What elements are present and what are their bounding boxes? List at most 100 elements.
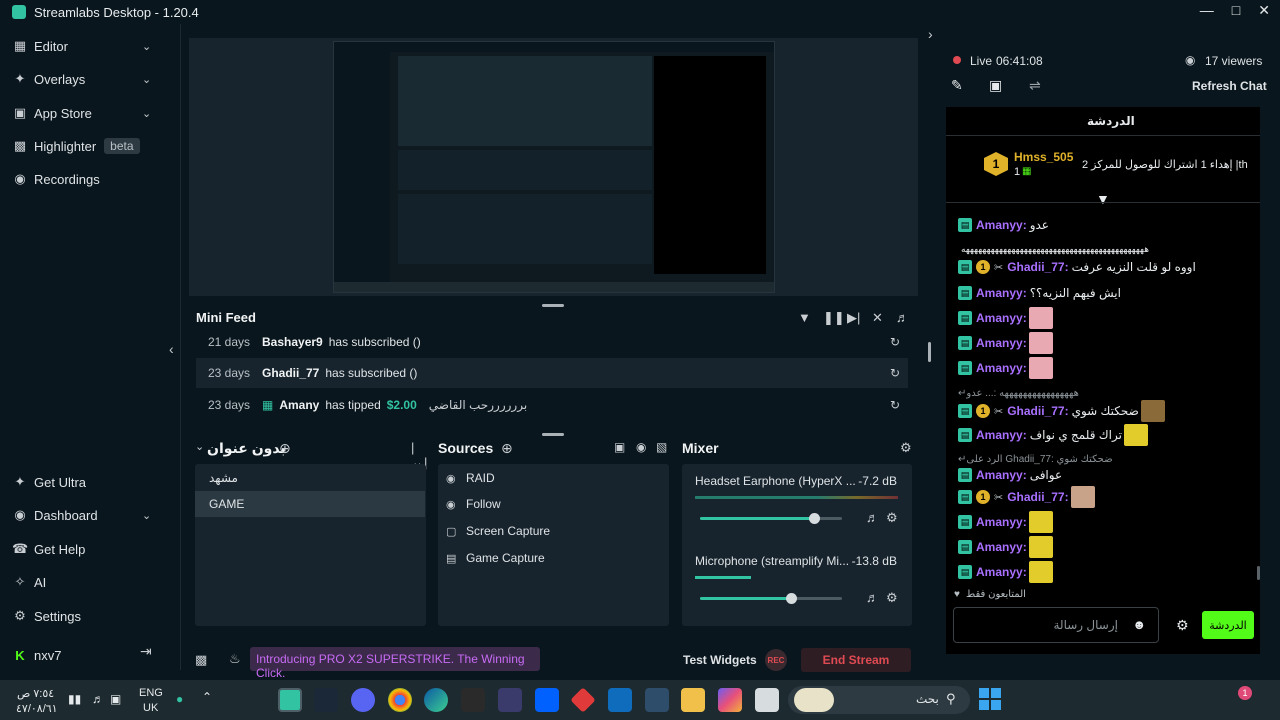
camera-icon[interactable]: ▣: [989, 77, 1002, 94]
source-group-icon[interactable]: ▣: [614, 440, 625, 454]
volume-slider[interactable]: [700, 513, 842, 524]
nav-ai[interactable]: ✧ AI: [12, 570, 47, 594]
nav-get-ultra[interactable]: ✦ Get Ultra: [12, 470, 86, 494]
chat-username[interactable]: Ghadii_77:: [1007, 404, 1068, 418]
epic-games-icon[interactable]: [461, 688, 485, 712]
file-explorer-icon[interactable]: [681, 688, 705, 712]
add-source-icon[interactable]: ⊕: [501, 440, 513, 457]
speaker-icon[interactable]: ♬: [866, 510, 879, 525]
chat-username[interactable]: Ghadii_77:: [1007, 260, 1068, 274]
promo-banner[interactable]: Introducing PRO X2 SUPERSTRIKE. The Winn…: [250, 647, 540, 680]
emoji-icon[interactable]: ☻: [1132, 617, 1146, 632]
gear-icon[interactable]: ⚙: [900, 440, 912, 456]
copilot-icon[interactable]: [718, 688, 742, 712]
volume-slider[interactable]: [700, 593, 842, 604]
chat-username[interactable]: Amanyy:: [976, 286, 1027, 300]
chat-scrollbar[interactable]: [1257, 566, 1260, 580]
repeat-alert-icon[interactable]: ↻: [890, 398, 900, 412]
scene-item-selected[interactable]: GAME: [195, 491, 425, 517]
nav-overlays[interactable]: ✦ Overlays ⌄: [12, 67, 152, 91]
minimize-icon[interactable]: —: [1200, 2, 1214, 19]
nav-highlighter[interactable]: ▩ Highlighter beta: [12, 134, 140, 158]
chrome-icon[interactable]: [388, 688, 412, 712]
chat-username[interactable]: Ghadii_77:: [1007, 490, 1068, 504]
volume-knob[interactable]: [808, 513, 820, 524]
source-item[interactable]: ▢ Screen Capture: [446, 518, 550, 544]
chat-username[interactable]: Amanyy:: [976, 336, 1027, 350]
gear-icon[interactable]: ⚙: [1176, 617, 1189, 634]
volume-knob[interactable]: [785, 593, 797, 604]
chat-username[interactable]: Amanyy:: [976, 311, 1027, 325]
share-icon[interactable]: ⇌: [1029, 77, 1041, 94]
nav-dashboard[interactable]: ◉ Dashboard ⌄: [12, 503, 151, 527]
skip-icon[interactable]: ▶|: [847, 310, 860, 326]
gear-icon[interactable]: ⚙: [886, 510, 898, 526]
repeat-alert-icon[interactable]: ↻: [890, 366, 900, 380]
chevron-down-icon[interactable]: ⌄: [195, 440, 204, 453]
nav-app-store[interactable]: ▣ App Store ⌄: [12, 101, 151, 125]
resize-handle[interactable]: [542, 304, 564, 307]
scene-collection-title[interactable]: بدون عنوان: [207, 440, 286, 457]
task-view-icon[interactable]: [755, 688, 779, 712]
chat-username[interactable]: Amanyy:: [976, 468, 1027, 482]
end-stream-button[interactable]: End Stream: [801, 648, 911, 672]
collapse-chat-icon[interactable]: ›: [928, 26, 933, 42]
network-icon[interactable]: ▣: [110, 692, 121, 706]
nav-editor[interactable]: ▦ Editor ⌄: [12, 34, 151, 58]
outlook-icon[interactable]: [608, 688, 632, 712]
add-scene-icon[interactable]: ⊕: [279, 440, 291, 457]
source-visibility-icon[interactable]: ◉: [636, 440, 646, 454]
battery-icon[interactable]: ▮▮: [68, 692, 81, 706]
chat-username[interactable]: Amanyy:: [976, 565, 1027, 579]
resize-handle[interactable]: [542, 433, 564, 436]
chat-username[interactable]: Amanyy:: [976, 515, 1027, 529]
collapse-left-icon[interactable]: ‹: [169, 341, 174, 357]
clock-time[interactable]: ٧:٥٤ ص: [17, 687, 54, 700]
notification-bell-icon[interactable]: ♨: [229, 651, 241, 667]
edge-icon[interactable]: [424, 688, 448, 712]
folder-icon[interactable]: ▧: [656, 440, 667, 454]
source-item[interactable]: ◉ Follow: [446, 491, 501, 517]
chat-send-button[interactable]: الدردشة: [1202, 611, 1254, 639]
stats-icon[interactable]: ▩: [195, 652, 207, 668]
volume-icon[interactable]: ♬: [896, 310, 909, 325]
microphone-tray-icon[interactable]: ●: [176, 692, 183, 706]
stream-preview[interactable]: [189, 38, 918, 296]
pause-icon[interactable]: ❚❚: [823, 310, 845, 326]
logout-icon[interactable]: ⇥: [140, 643, 152, 660]
scene-item[interactable]: مشهد: [195, 465, 425, 491]
nav-account[interactable]: K nxv7: [12, 643, 61, 667]
collapse-pinned-icon[interactable]: ▼: [1096, 191, 1110, 207]
chat-username[interactable]: Amanyy:: [976, 540, 1027, 554]
refresh-chat-button[interactable]: Refresh Chat: [1192, 79, 1267, 93]
taskbar-search[interactable]: بحث ⚲: [788, 686, 970, 714]
app-icon[interactable]: [570, 687, 596, 713]
app-icon[interactable]: [498, 688, 522, 712]
source-item[interactable]: ▤ Game Capture: [446, 545, 545, 571]
streamlabs-taskbar-icon[interactable]: [278, 688, 302, 712]
steam-icon[interactable]: [314, 688, 338, 712]
language-region[interactable]: UK: [143, 702, 158, 714]
nav-recordings[interactable]: ◉ Recordings: [12, 167, 99, 191]
gear-icon[interactable]: ⚙: [886, 590, 898, 606]
speaker-icon[interactable]: ♬: [866, 590, 879, 605]
source-item[interactable]: ◉ RAID: [446, 465, 495, 491]
discord-icon[interactable]: [351, 688, 375, 712]
chevron-up-icon[interactable]: ⌃: [202, 690, 212, 704]
windows-start-icon[interactable]: [979, 688, 1001, 710]
edit-stream-icon[interactable]: ✎: [951, 77, 963, 94]
filter-icon[interactable]: ▼: [798, 310, 811, 325]
store-icon[interactable]: [645, 688, 669, 712]
nav-settings[interactable]: ⚙ Settings: [12, 604, 81, 628]
rec-button[interactable]: REC: [765, 649, 787, 671]
test-widgets-button[interactable]: Test Widgets: [683, 653, 757, 667]
repeat-alert-icon[interactable]: ↻: [890, 335, 900, 349]
chat-username[interactable]: Amanyy:: [976, 218, 1027, 232]
mute-alerts-icon[interactable]: ✕: [872, 310, 883, 326]
chat-username[interactable]: Amanyy:: [976, 428, 1027, 442]
nav-get-help[interactable]: ☎ Get Help: [12, 537, 85, 561]
dropbox-icon[interactable]: [535, 688, 559, 712]
close-icon[interactable]: ✕: [1258, 2, 1270, 19]
chat-username[interactable]: Amanyy:: [976, 361, 1027, 375]
clock-date[interactable]: ٤٧/٠٨/٦١: [16, 702, 58, 715]
